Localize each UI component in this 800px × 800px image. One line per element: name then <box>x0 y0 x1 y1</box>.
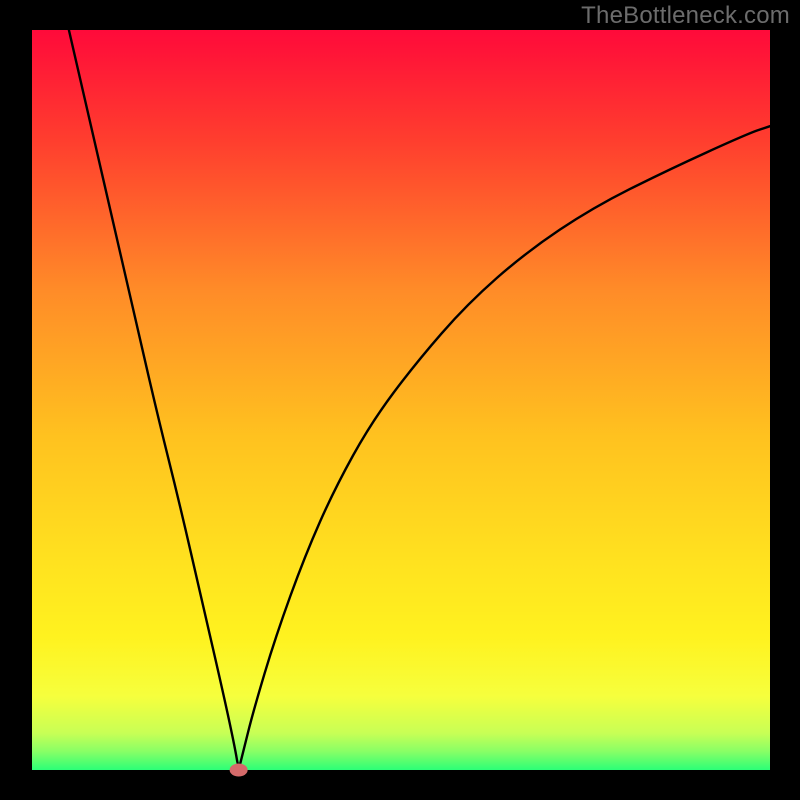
watermark-text: TheBottleneck.com <box>581 2 790 30</box>
plot-background <box>32 30 770 770</box>
chart-frame: TheBottleneck.com <box>0 0 800 800</box>
bottleneck-chart <box>0 0 800 800</box>
minimum-marker <box>230 764 248 777</box>
